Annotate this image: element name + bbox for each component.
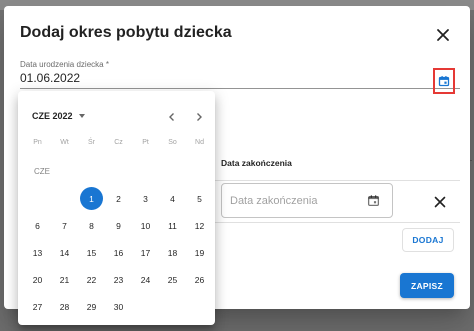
month-year-selector[interactable]: CZE 2022 (32, 111, 85, 121)
table-divider (204, 222, 460, 223)
end-date-placeholder: Data zakończenia (230, 195, 318, 207)
calendar-day[interactable]: 21 (53, 268, 76, 291)
weekday-label: Śr (88, 139, 95, 146)
calendar-day[interactable]: 12 (188, 214, 211, 237)
add-button[interactable]: DODAJ (402, 228, 454, 252)
close-button[interactable] (432, 24, 454, 46)
end-date-calendar-button[interactable] (363, 190, 383, 210)
birth-date-label: Data urodzenia dziecka * (20, 60, 109, 69)
previous-month-button[interactable] (164, 109, 180, 125)
save-button[interactable]: ZAPISZ (400, 273, 454, 298)
calendar-day[interactable]: 17 (134, 241, 157, 264)
birth-date-underline (20, 88, 460, 89)
open-calendar-button[interactable] (433, 68, 455, 94)
calendar-day[interactable]: 30 (107, 295, 130, 318)
calendar-day[interactable]: 4 (161, 187, 184, 210)
calendar-icon (438, 76, 450, 87)
close-icon (434, 196, 446, 208)
chevron-right-icon (197, 113, 202, 121)
calendar-day[interactable]: 14 (53, 241, 76, 264)
dialog-title: Dodaj okres pobytu dziecka (20, 24, 232, 41)
calendar-day[interactable]: 2 (107, 187, 130, 210)
weekday-label: Nd (195, 139, 204, 146)
weekday-label: Wt (60, 139, 69, 146)
calendar-day[interactable]: 3 (134, 187, 157, 210)
calendar-day[interactable]: 25 (161, 268, 184, 291)
calendar-day[interactable]: 15 (80, 241, 103, 264)
calendar-day[interactable]: 23 (107, 268, 130, 291)
end-date-field[interactable]: Data zakończenia (221, 183, 393, 218)
calendar-day[interactable]: 16 (107, 241, 130, 264)
calendar-day[interactable]: 26 (188, 268, 211, 291)
calendar-day[interactable]: 6 (26, 214, 49, 237)
calendar-day[interactable]: 27 (26, 295, 49, 318)
close-icon (437, 29, 449, 41)
calendar-day[interactable]: 8 (80, 214, 103, 237)
end-date-column-header: Data zakończenia (221, 158, 292, 168)
calendar-day[interactable]: 20 (26, 268, 49, 291)
calendar-day[interactable]: 7 (53, 214, 76, 237)
calendar-day[interactable]: 5 (188, 187, 211, 210)
calendar-day[interactable]: 9 (107, 214, 130, 237)
calendar-icon (367, 194, 379, 206)
weekday-label: Cz (114, 139, 123, 146)
remove-row-button[interactable] (430, 192, 450, 212)
month-year-label: CZE 2022 (32, 111, 73, 121)
calendar-day[interactable]: 24 (134, 268, 157, 291)
calendar-day-selected[interactable]: 1 (80, 187, 103, 210)
calendar-day[interactable]: 28 (53, 295, 76, 318)
weekday-label: Pn (33, 139, 42, 146)
calendar-day[interactable]: 19 (188, 241, 211, 264)
calendar-day[interactable]: 13 (26, 241, 49, 264)
next-month-button[interactable] (191, 109, 207, 125)
calendar-day[interactable]: 11 (161, 214, 184, 237)
calendar-day[interactable]: 29 (80, 295, 103, 318)
birth-date-input[interactable]: 01.06.2022 (20, 71, 80, 85)
weekday-label: Pt (142, 139, 149, 146)
chevron-left-icon (169, 113, 174, 121)
month-label: CZE (34, 167, 50, 176)
calendar-day[interactable]: 18 (161, 241, 184, 264)
calendar-day[interactable]: 10 (134, 214, 157, 237)
calendar-day[interactable]: 22 (80, 268, 103, 291)
weekday-label: So (168, 139, 177, 146)
datepicker-popup: CZE 2022 Pn Wt Śr Cz Pt So Nd CZE 1 2 3 4 5 6 7 8 9 10 1… (18, 91, 215, 325)
dropdown-caret-icon (78, 114, 85, 118)
table-divider (204, 180, 460, 181)
